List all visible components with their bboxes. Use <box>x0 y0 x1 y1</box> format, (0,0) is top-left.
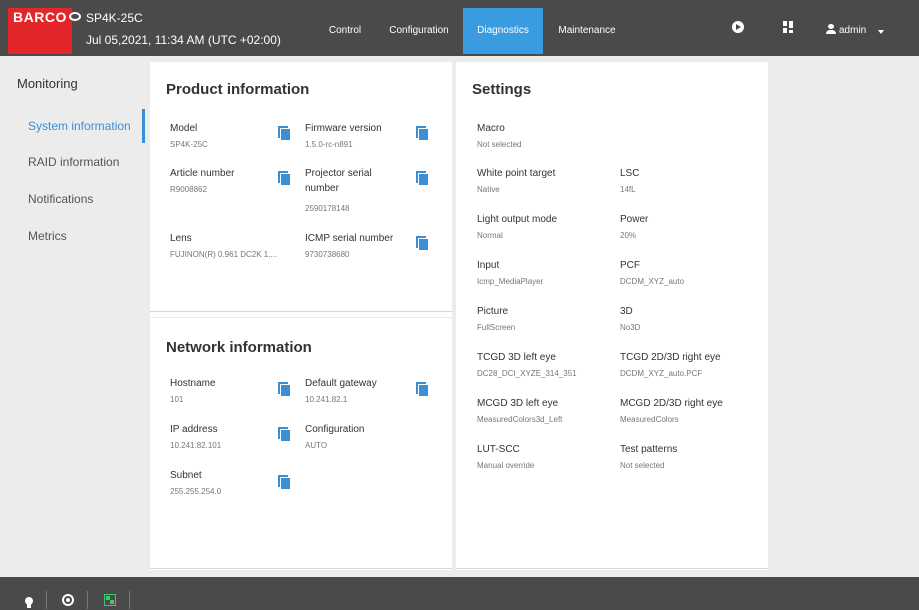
field-value: 20% <box>620 231 637 240</box>
field-value: No3D <box>620 323 641 332</box>
field-value: Icmp_MediaPlayer <box>477 277 544 286</box>
field-label: LSC <box>620 168 640 179</box>
field-label: Macro <box>477 123 505 134</box>
nav-maintenance[interactable]: Maintenance <box>549 8 625 54</box>
nav-configuration[interactable]: Configuration <box>380 8 458 54</box>
nav-diagnostics[interactable]: Diagnostics <box>463 8 543 54</box>
copy-icon[interactable] <box>278 475 290 489</box>
bottom-bar <box>0 577 919 610</box>
field-label: Power <box>620 214 649 225</box>
field-value: FullScreen <box>477 323 516 332</box>
settings-title: Settings <box>472 81 532 98</box>
copy-icon[interactable] <box>416 126 428 140</box>
user-icon[interactable] <box>826 24 836 34</box>
field-value: Not selected <box>477 140 522 149</box>
sidebar-item-notifications[interactable]: Notifications <box>28 192 93 206</box>
field-value: 101 <box>170 395 184 404</box>
brand-logo: BARCO <box>13 9 81 25</box>
field-value: AUTO <box>305 441 328 450</box>
active-marker <box>142 109 145 143</box>
panel-divider <box>456 568 768 569</box>
dashboard-icon[interactable] <box>783 21 793 33</box>
play-icon[interactable] <box>732 21 744 33</box>
copy-icon[interactable] <box>416 171 428 185</box>
field-value: SP4K-25C <box>170 140 208 149</box>
field-value: DCDM_XYZ_auto <box>620 277 685 286</box>
field-value: 14fL <box>620 185 636 194</box>
field-label: Default gateway <box>305 378 377 389</box>
field-label: 3D <box>620 306 633 317</box>
field-label: ICMP serial number <box>305 233 394 244</box>
field-label: TCGD 2D/3D right eye <box>620 352 721 363</box>
field-value: Native <box>477 185 500 194</box>
test-pattern-icon[interactable] <box>104 594 116 606</box>
field-value: MeasuredColors3d_Left <box>477 415 563 424</box>
field-label: PCF <box>620 260 640 271</box>
sidebar-title: Monitoring <box>17 76 78 91</box>
field-value: 255.255.254.0 <box>170 487 222 496</box>
field-label: Firmware version <box>305 123 382 134</box>
sidebar-item-raid-information[interactable]: RAID information <box>28 155 119 169</box>
field-value: 1.5.0-rc-n891 <box>305 140 353 149</box>
network-information-title: Network information <box>166 339 312 356</box>
field-value: R9008862 <box>170 185 207 194</box>
sidebar-item-system-information[interactable]: System information <box>28 119 131 133</box>
field-label: MCGD 3D left eye <box>477 398 559 409</box>
field-label: Lens <box>170 233 192 244</box>
field-label: Light output mode <box>477 214 558 225</box>
field-value: 2590178148 <box>305 204 350 213</box>
sidebar-item-metrics[interactable]: Metrics <box>28 229 67 243</box>
field-label: Input <box>477 260 500 271</box>
divider <box>87 591 88 609</box>
field-value: Not selected <box>620 461 665 470</box>
field-label: LUT-SCC <box>477 444 520 455</box>
copy-icon[interactable] <box>278 382 290 396</box>
field-value: FUJINON(R) 0.961 DC2K 1.... <box>170 250 278 259</box>
record-icon[interactable] <box>62 594 74 606</box>
field-label: Configuration <box>305 424 365 435</box>
field-label: Hostname <box>170 378 216 389</box>
projector-model: SP4K-25C <box>86 11 143 25</box>
top-bar <box>0 0 919 56</box>
field-label: Test patterns <box>620 444 678 455</box>
panel-divider <box>150 568 452 569</box>
date-time: Jul 05,2021, 11:34 AM (UTC +02:00) <box>86 33 281 47</box>
field-label: White point target <box>477 168 556 179</box>
copy-icon[interactable] <box>416 236 428 250</box>
brand-text: BARCO <box>13 9 67 25</box>
field-value: DC28_DCI_XYZE_314_351 <box>477 369 577 378</box>
field-label: MCGD 2D/3D right eye <box>620 398 723 409</box>
product-information-title: Product information <box>166 81 310 98</box>
copy-icon[interactable] <box>278 427 290 441</box>
field-label: Picture <box>477 306 509 317</box>
field-label: TCGD 3D left eye <box>477 352 556 363</box>
divider <box>129 591 130 609</box>
field-value: Manual override <box>477 461 535 470</box>
lightbulb-icon[interactable] <box>25 597 33 608</box>
brand-mark-icon <box>68 12 81 21</box>
chevron-down-icon[interactable] <box>878 30 884 34</box>
field-label: Projector serial number <box>305 168 372 194</box>
field-value: MeasuredColors <box>620 415 679 424</box>
copy-icon[interactable] <box>278 171 290 185</box>
copy-icon[interactable] <box>278 126 290 140</box>
field-label: Model <box>170 123 198 134</box>
user-menu[interactable]: admin <box>839 8 866 54</box>
copy-icon[interactable] <box>416 382 428 396</box>
field-label: Article number <box>170 168 235 179</box>
field-value: Normal <box>477 231 503 240</box>
field-value: DCDM_XYZ_auto.PCF <box>620 369 703 378</box>
field-value: 10.241.82.101 <box>170 441 222 450</box>
field-value: 9730738680 <box>305 250 350 259</box>
field-label: IP address <box>170 424 218 435</box>
field-value: 10.241.82.1 <box>305 395 348 404</box>
panel-divider <box>150 311 452 312</box>
divider <box>46 591 47 609</box>
nav-control[interactable]: Control <box>318 8 372 54</box>
field-label: Subnet <box>170 470 202 481</box>
